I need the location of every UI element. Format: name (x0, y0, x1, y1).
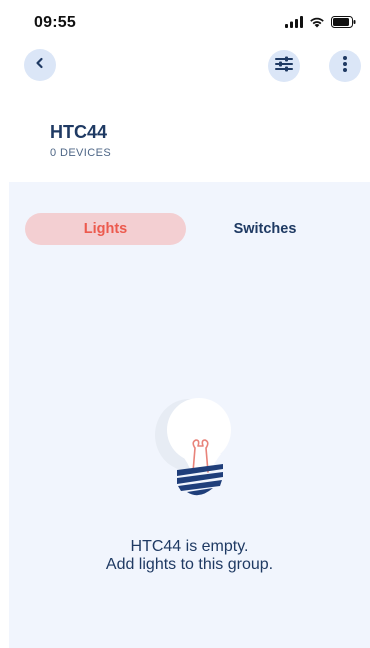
empty-state-message: HTC44 is empty. Add lights to this group… (9, 538, 370, 574)
device-count: 0 DEVICES (50, 147, 112, 159)
wifi-icon (309, 15, 325, 33)
more-vertical-icon (342, 55, 348, 78)
light-bulb-icon (151, 390, 237, 506)
battery-icon (331, 15, 356, 33)
status-bar: 09:55 (0, 0, 370, 44)
sliders-icon (275, 56, 293, 77)
group-content-panel: Lights Switches HTC44 is empty. Add ligh… (9, 182, 370, 648)
back-button[interactable] (24, 49, 56, 81)
signal-icon (285, 15, 303, 33)
group-title: HTC44 (50, 122, 108, 142)
filter-button[interactable] (268, 50, 300, 82)
chevron-left-icon (34, 56, 46, 74)
tab-lights[interactable]: Lights (25, 213, 186, 245)
status-icons (285, 15, 356, 33)
screen: 09:55 HTC44 0 DEVICES Lights Switches HT… (0, 0, 370, 648)
tab-switches[interactable]: Switches (185, 213, 345, 245)
empty-state-line-1: HTC44 is empty. (130, 538, 249, 555)
empty-state-line-2: Add lights to this group. (105, 556, 274, 573)
tab-bar: Lights Switches (25, 213, 345, 245)
more-options-button[interactable] (329, 50, 361, 82)
status-time: 09:55 (34, 14, 76, 31)
